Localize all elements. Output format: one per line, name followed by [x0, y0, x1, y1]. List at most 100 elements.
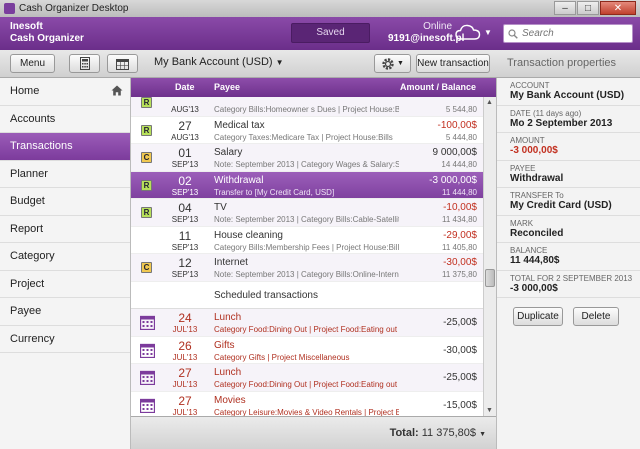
total-summary[interactable]: Total: 11 375,80$ ▼: [390, 427, 486, 439]
delete-button[interactable]: Delete: [573, 307, 619, 326]
row-note: Category Food:Dining Out | Project Food:…: [214, 325, 398, 334]
row-note: Category Bills:Homeowner s Dues | Projec…: [214, 105, 399, 114]
sidebar-item-label: Transactions: [10, 140, 73, 153]
scheduled-row[interactable]: 27 JUL'13 Movies Category Leisure:Movies & …: [131, 392, 483, 416]
sidebar: Home Accounts Transactions Planner Budge…: [0, 78, 131, 449]
row-note: Category Food:Dining Out | Project Food:…: [214, 380, 398, 389]
mark-badge[interactable]: R: [141, 179, 152, 191]
chevron-down-icon[interactable]: ▼: [484, 28, 492, 37]
column-amount[interactable]: Amount / Balance: [400, 82, 476, 92]
row-balance: 11 434,80: [442, 215, 477, 224]
mark-badge[interactable]: C: [141, 262, 152, 273]
row-day: 27: [178, 366, 192, 380]
row-note: Category Taxes:Medicare Tax | Project Ho…: [214, 132, 393, 142]
table-row[interactable]: R AUG'13 Category Bills:Homeowner s Dues |…: [131, 97, 483, 117]
property-item[interactable]: AMOUNT -3 000,00$: [497, 133, 640, 161]
calculator-button[interactable]: [69, 54, 100, 73]
new-transaction-button[interactable]: New transaction: [416, 54, 490, 73]
row-payee: Medical tax: [214, 119, 265, 131]
calendar-icon: [140, 370, 155, 385]
mark-badge[interactable]: R: [141, 97, 152, 108]
total-label: Total:: [389, 427, 419, 439]
property-key: AMOUNT: [510, 136, 545, 145]
table-row[interactable]: 11 SEP'13 House cleaning Category Bills:Mem…: [131, 227, 483, 254]
scroll-up-icon[interactable]: ▲: [486, 99, 493, 106]
sidebar-item-project[interactable]: Project: [0, 271, 130, 298]
search-input[interactable]: [522, 28, 622, 39]
property-item[interactable]: TRANSFER To My Credit Card (USD): [497, 188, 640, 216]
table-row[interactable]: C 01 SEP'13 Salary Note: September 2013 | Ca…: [131, 144, 483, 172]
rows-container: R AUG'13 Category Bills:Homeowner s Dues |…: [131, 97, 496, 416]
sidebar-item-currency[interactable]: Currency: [0, 326, 130, 353]
sidebar-item-label: Category: [10, 250, 55, 263]
scheduled-row[interactable]: 24 JUL'13 Lunch Category Food:Dining Out | …: [131, 309, 483, 337]
calculator-icon: [79, 57, 90, 70]
account-email: 9191@inesoft.pl: [388, 33, 465, 44]
minimize-button[interactable]: –: [554, 1, 576, 15]
table-row[interactable]: R 02 SEP'13 Withdrawal Transfer to [My Credi…: [131, 171, 483, 199]
row-payee: Lunch: [214, 367, 242, 378]
mark-badge[interactable]: C: [141, 152, 152, 163]
gear-icon: [382, 57, 394, 70]
chevron-down-icon: ▼: [397, 60, 404, 67]
scheduled-row[interactable]: 26 JUL'13 Gifts Category Gifts | Project Mi…: [131, 337, 483, 364]
property-value: My Credit Card (USD): [510, 200, 612, 211]
sidebar-item-payee[interactable]: Payee: [0, 298, 130, 326]
row-month: JUL'13: [172, 380, 198, 389]
sidebar-item-report[interactable]: Report: [0, 216, 130, 243]
row-amount: -3 000,00$: [429, 174, 477, 186]
sidebar-item-label: Planner: [10, 167, 48, 180]
property-item[interactable]: PAYEE Withdrawal: [497, 161, 640, 188]
table-row[interactable]: R 27 AUG'13 Medical tax Category Taxes:Medic…: [131, 117, 483, 144]
row-day: 11: [178, 228, 192, 243]
menu-button[interactable]: Menu: [10, 54, 55, 73]
maximize-button[interactable]: □: [577, 1, 599, 15]
cloud-icon[interactable]: [455, 24, 481, 40]
property-item[interactable]: BALANCE 11 444,80$: [497, 243, 640, 271]
sidebar-item-category[interactable]: Category: [0, 243, 130, 271]
property-item[interactable]: TOTAL FOR 2 SEPTEMBER 2013 -3 000,00$: [497, 271, 640, 298]
property-item[interactable]: DATE (11 days ago) Mo 2 September 2013: [497, 106, 640, 133]
scrollbar[interactable]: ▲ ▼: [483, 97, 496, 416]
sidebar-item-home[interactable]: Home: [0, 78, 130, 106]
sidebar-item-accounts[interactable]: Accounts: [0, 106, 130, 133]
property-key: PAYEE: [510, 163, 536, 173]
column-payee[interactable]: Payee: [214, 82, 240, 92]
total-value: 11 375,80$: [421, 427, 476, 439]
table-row[interactable]: R 04 SEP'13 TV Note: September 2013 | Catego…: [131, 199, 483, 227]
properties-panel: ACCOUNT My Bank Account (USD) DATE (11 day…: [496, 78, 640, 449]
mark-badge[interactable]: R: [141, 207, 152, 218]
account-selector[interactable]: My Bank Account (USD) ▼: [154, 56, 284, 68]
brand-company: Inesoft: [10, 21, 43, 32]
calendar-button[interactable]: [107, 54, 138, 73]
row-month: SEP'13: [171, 215, 199, 224]
duplicate-button[interactable]: Duplicate: [513, 307, 563, 326]
app-header: Inesoft Cash Organizer Saved Online 9191…: [0, 17, 640, 50]
property-key: TRANSFER To: [510, 191, 564, 200]
mark-badge[interactable]: R: [141, 124, 152, 136]
property-item[interactable]: MARK Reconciled: [497, 216, 640, 243]
sidebar-item-budget[interactable]: Budget: [0, 188, 130, 216]
window-title: Cash Organizer Desktop: [19, 3, 129, 14]
row-balance: 11 405,80: [442, 242, 477, 252]
table-row[interactable]: C 12 SEP'13 Internet Note: September 2013 | …: [131, 254, 483, 282]
column-date[interactable]: Date: [175, 82, 195, 92]
row-month: SEP'13: [171, 270, 199, 279]
sidebar-item-planner[interactable]: Planner: [0, 161, 130, 188]
online-status[interactable]: Online 9191@inesoft.pl: [388, 21, 465, 45]
property-key: TOTAL FOR 2 SEPTEMBER 2013: [510, 273, 633, 283]
scroll-thumb[interactable]: [485, 269, 495, 287]
property-item[interactable]: ACCOUNT My Bank Account (USD): [497, 78, 640, 106]
row-note: Note: September 2013 | Category Bills:Ca…: [214, 215, 399, 224]
scheduled-row[interactable]: 27 JUL'13 Lunch Category Food:Dining Out | …: [131, 364, 483, 392]
brand: Inesoft Cash Organizer: [10, 21, 84, 45]
online-label: Online: [423, 21, 452, 32]
transaction-list: Date Payee Amount / Balance R AUG'13 Categ…: [131, 78, 496, 449]
row-payee: Gifts: [214, 339, 235, 351]
search-box[interactable]: [503, 24, 633, 43]
sidebar-item-transactions[interactable]: Transactions: [0, 133, 130, 161]
row-amount: -25,00$: [443, 372, 477, 383]
scroll-down-icon[interactable]: ▼: [486, 407, 493, 414]
settings-button[interactable]: ▼: [374, 54, 411, 73]
close-button[interactable]: ✕: [600, 1, 636, 15]
